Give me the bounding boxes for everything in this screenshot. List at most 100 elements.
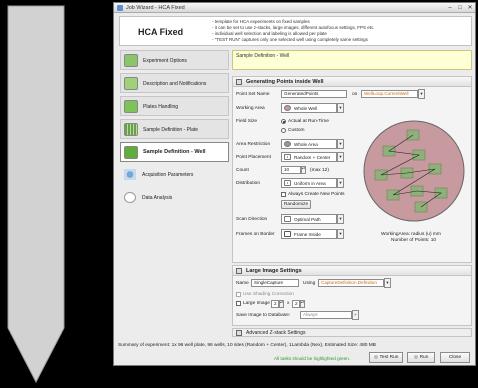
points-section-title: Generating Points inside Well bbox=[246, 79, 324, 85]
run-button[interactable]: Run bbox=[407, 352, 435, 363]
save-to-database-dropdown[interactable]: ▼ bbox=[352, 310, 359, 320]
advanced-zstack-header[interactable]: Advanced Z-stack Settings bbox=[232, 328, 472, 337]
collapse-icon bbox=[236, 79, 242, 85]
capture-name-input[interactable]: SingleCapture bbox=[251, 279, 299, 287]
large-image-y-input[interactable]: 2 bbox=[292, 300, 300, 308]
sidebar-item-description[interactable]: Description and Notifications bbox=[120, 73, 229, 93]
advanced-zstack-label: Advanced Z-stack Settings bbox=[246, 330, 306, 336]
number-of-points-label: Number of Points: 10 bbox=[391, 238, 437, 243]
tasks-note: All tasks should be highlighted green. bbox=[274, 356, 351, 361]
sidebar-item-well-definition[interactable]: Sample Definition - Well bbox=[120, 142, 229, 162]
working-area-radius-label: WorkingArea: radius (u) mm bbox=[381, 232, 441, 237]
field-size-label: Field Size bbox=[236, 119, 258, 124]
large-image-section-title: Large Image Settings bbox=[246, 268, 302, 274]
large-image-x-input[interactable]: 2 bbox=[271, 300, 279, 308]
wizard-steps-sidebar: Experiment Options Description and Notif… bbox=[120, 50, 229, 208]
sidebar-item-label: Sample Definition - Well bbox=[143, 149, 206, 155]
area-swatch-icon bbox=[284, 141, 291, 147]
wizard-title: HCA Fixed bbox=[138, 27, 184, 37]
point-placement-label: Point Placement bbox=[236, 155, 271, 160]
count-max-label: (max 12) bbox=[310, 168, 329, 173]
job-wizard-window: Job Wizard - HCA Fixed – □ ✕ HCA Fixed t… bbox=[113, 2, 476, 366]
expand-icon bbox=[236, 330, 242, 336]
data-analysis-icon bbox=[124, 192, 136, 203]
sidebar-item-plates-handling[interactable]: Plates Handling bbox=[120, 96, 229, 116]
working-area-label: Working Area bbox=[236, 106, 265, 111]
using-dropdown[interactable]: ▼ bbox=[384, 278, 391, 288]
scan-direction-dropdown[interactable]: ▼ bbox=[337, 214, 344, 224]
sidebar-item-plate-definition[interactable]: Sample Definition - Plate bbox=[120, 119, 229, 139]
point-set-name-input[interactable]: GeneratedPoints bbox=[281, 90, 347, 98]
test-run-label: Test Run bbox=[379, 355, 399, 360]
sidebar-item-label: Plates Handling bbox=[143, 103, 179, 110]
distribution-label: Distribution bbox=[236, 181, 260, 186]
field-size-custom-label: Custom bbox=[288, 128, 305, 133]
breadcrumb: Sample Definition - Well bbox=[232, 50, 472, 70]
frames-on-border-dropdown[interactable]: ▼ bbox=[337, 229, 344, 239]
scan-direction-label: Scan Direction bbox=[236, 217, 268, 222]
working-area-value: Whole Well bbox=[294, 105, 318, 111]
large-image-checkbox[interactable] bbox=[236, 301, 241, 306]
times-label: x bbox=[287, 301, 290, 306]
save-to-database-select[interactable]: Always bbox=[300, 311, 352, 319]
points-section-header[interactable]: Generating Points inside Well bbox=[232, 76, 472, 87]
sidebar-item-label: Data Analysis bbox=[142, 194, 173, 201]
down-arrow-banner bbox=[7, 5, 65, 384]
sidebar-item-label: Description and Notifications bbox=[143, 80, 207, 87]
large-image-panel: Name SingleCapture Using CaptureDefiniti… bbox=[232, 276, 472, 326]
use-shading-label: Use Shading Correction bbox=[243, 292, 294, 297]
experiment-options-icon bbox=[124, 54, 138, 67]
area-restriction-value: Whole Area bbox=[294, 141, 318, 147]
breadcrumb-text: Sample Definition - Well bbox=[236, 53, 290, 59]
scan-direction-value: Optimal Path bbox=[294, 216, 321, 222]
working-area-dropdown[interactable]: ▼ bbox=[337, 103, 344, 113]
minimize-button[interactable]: – bbox=[446, 5, 454, 12]
plates-handling-icon bbox=[124, 100, 138, 113]
test-run-button[interactable]: Test Run bbox=[369, 352, 403, 363]
distribution-select[interactable]: Uniform in Area bbox=[281, 178, 337, 188]
large-image-x-stepper[interactable]: ▴▾ bbox=[279, 300, 284, 308]
on-well-input[interactable]: WellLoop.CurrentWell bbox=[361, 90, 418, 98]
well-preview bbox=[363, 120, 465, 222]
area-restriction-dropdown[interactable]: ▼ bbox=[337, 139, 344, 149]
use-shading-checkbox[interactable] bbox=[236, 292, 241, 297]
count-input[interactable]: 10 bbox=[281, 166, 301, 174]
large-image-y-stepper[interactable]: ▴▾ bbox=[300, 300, 305, 308]
title-bar: Job Wizard - HCA Fixed – □ ✕ bbox=[114, 3, 475, 13]
on-well-dropdown[interactable]: ▼ bbox=[418, 89, 425, 99]
sidebar-item-data-analysis[interactable]: Data Analysis bbox=[120, 188, 229, 208]
sidebar-item-experiment-options[interactable]: Experiment Options bbox=[120, 50, 229, 70]
close-window-button[interactable]: ✕ bbox=[466, 5, 474, 12]
count-label: Count bbox=[236, 168, 249, 173]
well-definition-icon bbox=[124, 146, 138, 159]
using-input[interactable]: CaptureDefinition.Definition bbox=[318, 279, 384, 287]
maximize-button[interactable]: □ bbox=[456, 5, 464, 12]
field-size-custom-radio[interactable] bbox=[281, 128, 286, 133]
window-title: Job Wizard - HCA Fixed bbox=[126, 4, 185, 11]
uniform-distribution-icon bbox=[284, 180, 291, 186]
large-image-section-header[interactable]: Large Image Settings bbox=[232, 265, 472, 276]
point-placement-dropdown[interactable]: ▼ bbox=[337, 152, 344, 162]
frames-on-border-label: Frames on Border bbox=[236, 232, 275, 237]
collapse-icon bbox=[236, 268, 242, 274]
sidebar-item-acquisition[interactable]: Acquisition Parameters bbox=[120, 165, 229, 185]
points-panel: Point Set Name GeneratedPoints on WellLo… bbox=[232, 87, 472, 263]
on-label: on bbox=[352, 92, 358, 97]
path-icon bbox=[284, 216, 291, 222]
field-size-actual-radio[interactable] bbox=[281, 119, 286, 124]
save-to-database-label: Save Image to Database: bbox=[236, 313, 291, 318]
randomize-button[interactable]: Randomize bbox=[281, 200, 311, 209]
sidebar-item-label: Sample Definition - Plate bbox=[143, 126, 199, 133]
area-restriction-select[interactable]: Whole Area bbox=[281, 139, 337, 149]
always-create-checkbox[interactable] bbox=[281, 192, 286, 197]
distribution-dropdown[interactable]: ▼ bbox=[337, 178, 344, 188]
point-placement-select[interactable]: Random + Center bbox=[281, 152, 337, 162]
working-area-select[interactable]: Whole Well bbox=[281, 103, 337, 113]
wizard-main-panel: Sample Definition - Well Generating Poin… bbox=[232, 50, 472, 337]
count-stepper[interactable]: ▴▾ bbox=[301, 166, 306, 174]
frames-on-border-select[interactable]: Frame Inside bbox=[281, 229, 337, 239]
close-button[interactable]: Close bbox=[440, 352, 470, 363]
description-icon bbox=[124, 77, 138, 90]
wizard-header: HCA Fixed template for HCA experiments o… bbox=[119, 16, 472, 46]
scan-direction-select[interactable]: Optimal Path bbox=[281, 214, 337, 224]
